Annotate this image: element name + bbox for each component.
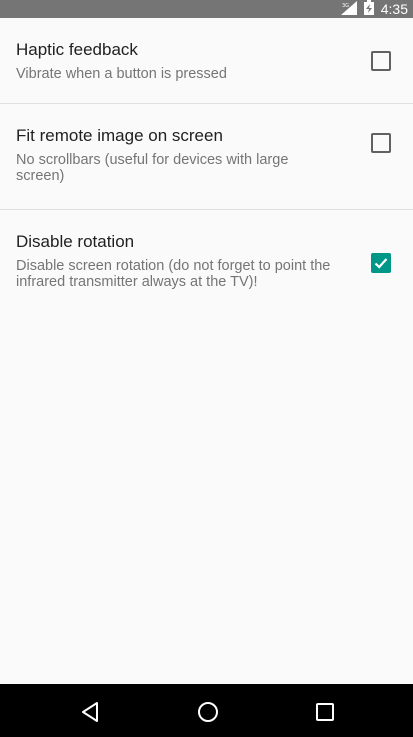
setting-summary: Vibrate when a button is pressed	[16, 66, 227, 82]
setting-summary: Disable screen rotation (do not forget t…	[16, 258, 331, 290]
setting-title: Fit remote image on screen	[16, 126, 223, 145]
checkmark-icon	[374, 258, 388, 269]
recents-icon[interactable]	[313, 700, 337, 724]
status-bar: 3G 4:35	[0, 0, 413, 18]
haptic-feedback-checkbox[interactable]	[371, 51, 391, 71]
status-time: 4:35	[380, 1, 408, 17]
setting-title: Haptic feedback	[16, 40, 138, 59]
settings-list: Haptic feedback Vibrate when a button is…	[0, 18, 413, 340]
battery-icon	[363, 0, 375, 18]
setting-summary: No scrollbars (useful for devices with l…	[16, 152, 289, 184]
navigation-bar	[0, 684, 413, 737]
fit-remote-image-checkbox[interactable]	[371, 133, 391, 153]
signal-icon: 3G	[340, 0, 359, 18]
setting-fit-remote-image[interactable]: Fit remote image on screen No scrollbars…	[0, 104, 413, 210]
home-icon[interactable]	[196, 700, 220, 724]
disable-rotation-checkbox[interactable]	[371, 253, 391, 273]
back-icon[interactable]	[79, 700, 103, 724]
setting-haptic-feedback[interactable]: Haptic feedback Vibrate when a button is…	[0, 18, 413, 104]
svg-text:3G: 3G	[342, 3, 349, 9]
setting-title: Disable rotation	[16, 232, 135, 251]
setting-disable-rotation[interactable]: Disable rotation Disable screen rotation…	[0, 210, 413, 340]
status-icons: 3G 4:35	[340, 0, 408, 18]
